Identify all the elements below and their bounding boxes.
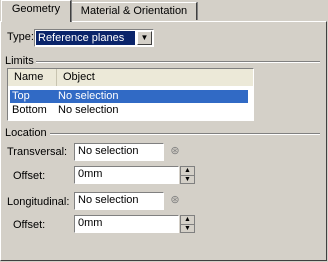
arrow-down-icon[interactable]: ▼ (181, 224, 194, 233)
row-object: No selection (58, 90, 119, 102)
transversal-field[interactable]: No selection (74, 143, 164, 161)
offset-stepper[interactable]: ▲ ▼ (180, 215, 195, 233)
arrow-up-icon[interactable]: ▲ (181, 167, 194, 175)
longitudinal-field[interactable]: No selection (74, 192, 164, 210)
arrow-up-icon[interactable]: ▲ (181, 216, 194, 224)
offset-label: Offset: (13, 170, 46, 182)
transversal-label: Transversal: (7, 146, 68, 158)
location-separator (50, 133, 320, 135)
offset-stepper[interactable]: ▲ ▼ (180, 166, 195, 184)
limits-title: Limits (5, 55, 34, 67)
offset-input[interactable]: 0mm (74, 166, 179, 184)
offset-input[interactable]: 0mm (74, 215, 179, 233)
list-item[interactable]: Bottom No selection (10, 104, 248, 117)
chevron-down-icon[interactable]: ▼ (137, 31, 152, 45)
row-name: Bottom (12, 104, 47, 116)
tab-material-orientation[interactable]: Material & Orientation (71, 2, 197, 20)
row-name: Top (12, 90, 30, 102)
selection-icon[interactable]: ⊛ (167, 193, 183, 209)
row-object: No selection (58, 104, 119, 116)
selection-icon[interactable]: ⊛ (167, 144, 183, 160)
column-header-name[interactable]: Name (8, 69, 57, 86)
location-title: Location (5, 127, 47, 139)
type-combo[interactable]: Reference planes ▼ (34, 29, 154, 47)
limits-separator (36, 61, 320, 63)
tab-geometry[interactable]: Geometry (1, 0, 71, 22)
offset-label: Offset: (13, 219, 46, 231)
tab-strip: Geometry Material & Orientation (0, 0, 328, 22)
type-label: Type: (7, 31, 34, 43)
arrow-down-icon[interactable]: ▼ (181, 175, 194, 184)
column-header-object[interactable]: Object (57, 69, 253, 86)
limits-list-header: Name Object (8, 69, 253, 86)
list-item[interactable]: Top No selection (10, 90, 248, 103)
limits-list[interactable]: Name Object Top No selection Bottom No s… (7, 68, 254, 121)
longitudinal-label: Longitudinal: (7, 196, 70, 208)
type-value: Reference planes (36, 31, 135, 45)
